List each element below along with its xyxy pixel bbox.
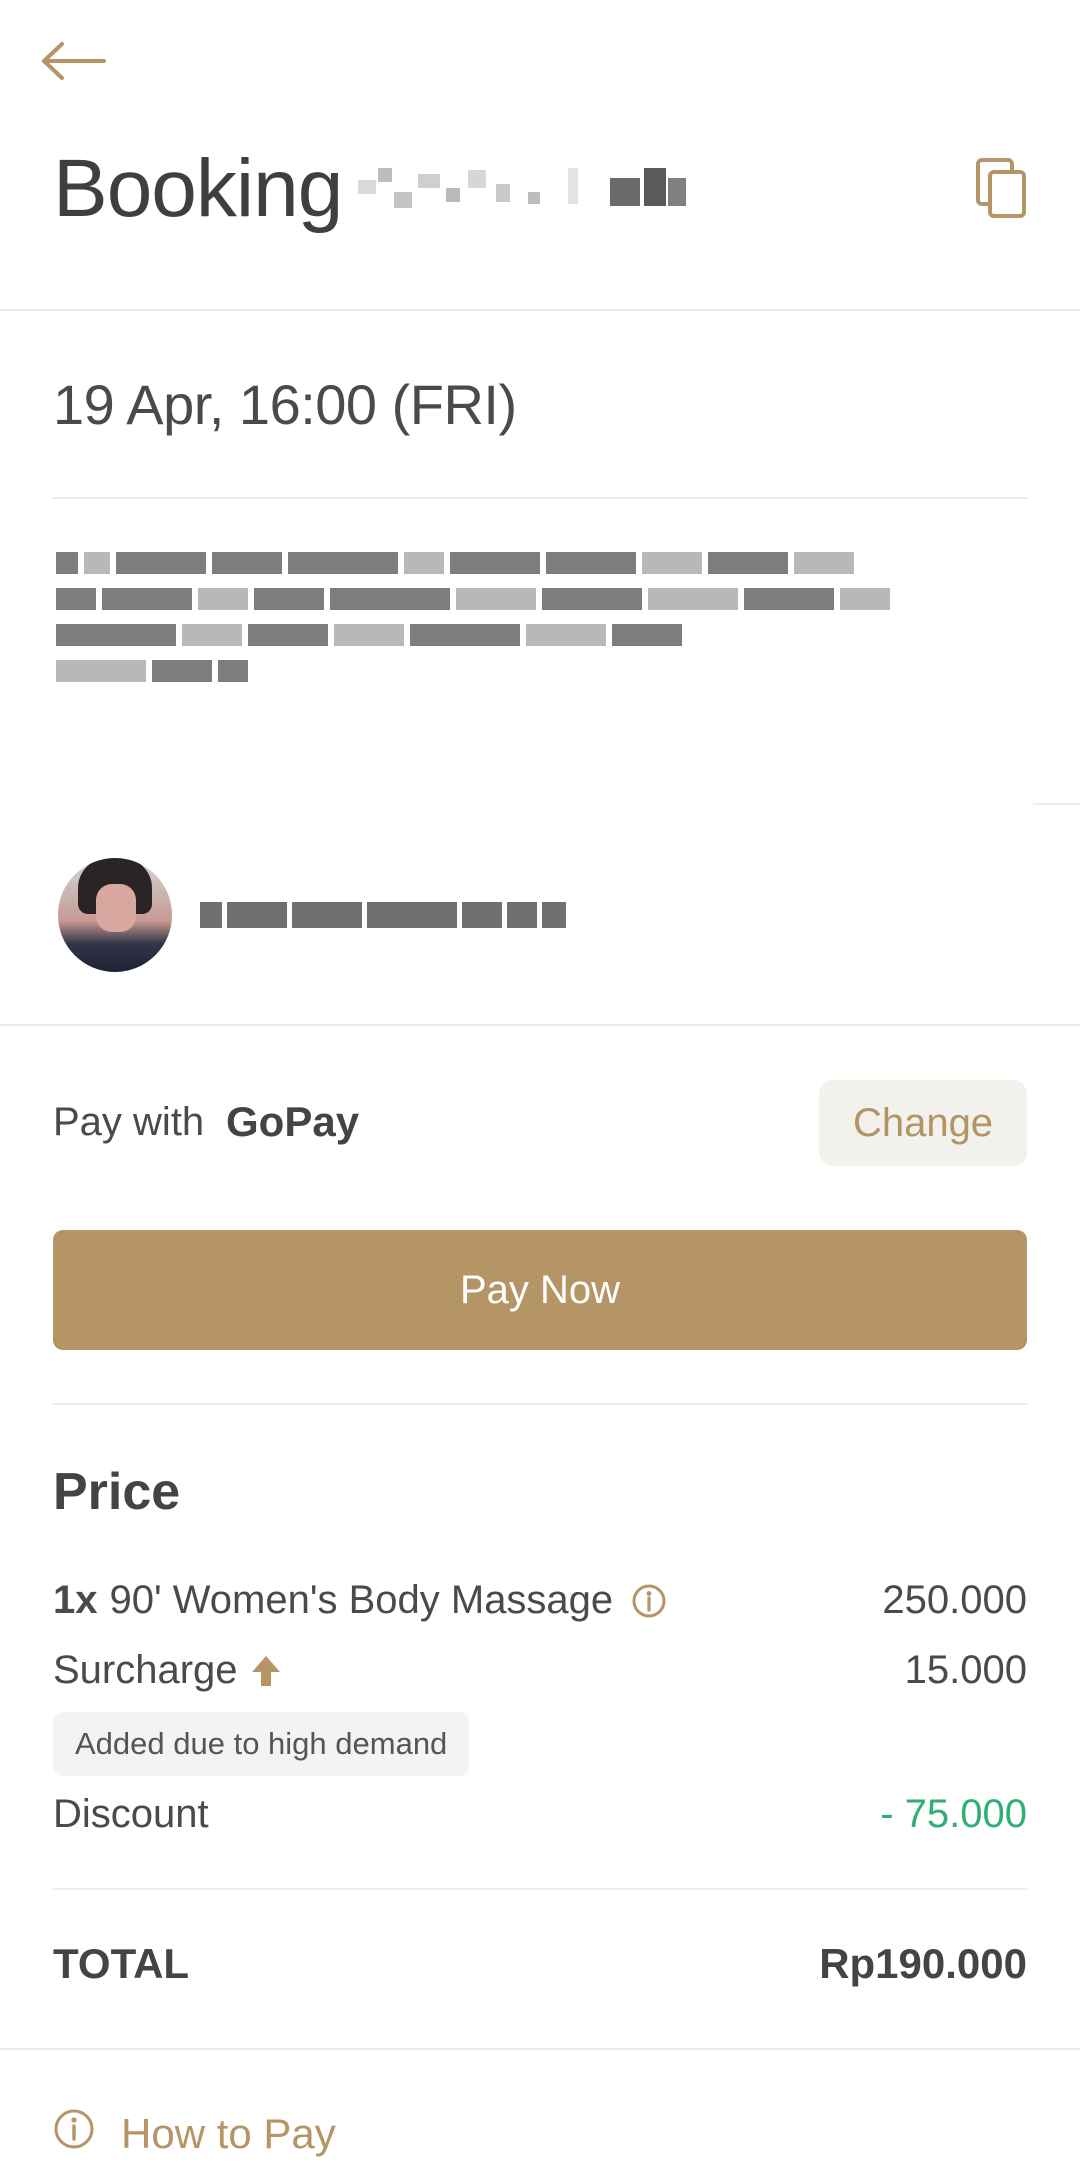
therapist-name-redacted (200, 902, 566, 928)
info-circle-icon (53, 2108, 95, 2160)
booking-code-redacted (348, 154, 708, 224)
booking-header: Booking (0, 130, 1080, 310)
copy-booking-code-button[interactable] (974, 158, 1028, 220)
divider (0, 309, 1080, 311)
surcharge-note-badge: Added due to high demand (53, 1712, 470, 1776)
back-button[interactable] (40, 38, 108, 88)
divider (0, 1024, 1080, 1026)
divider (0, 2048, 1080, 2050)
booking-address-redacted (56, 552, 1006, 696)
pay-with-label: Pay with (53, 1100, 205, 1144)
price-line-item: 1x 90' Women's Body Massage 250.000 (53, 1578, 1027, 1623)
copy-icon (974, 158, 1028, 224)
change-payment-button[interactable]: Change (819, 1080, 1027, 1166)
surcharge-label: Surcharge (53, 1648, 238, 1692)
how-to-pay-label: How to Pay (121, 2110, 336, 2157)
arrow-up-icon (250, 1654, 282, 1688)
pay-now-button[interactable]: Pay Now (53, 1230, 1027, 1350)
discount-amount: - 75.000 (880, 1792, 1027, 1836)
info-circle-icon[interactable] (631, 1583, 667, 1619)
total-label: TOTAL (53, 1940, 190, 1987)
divider (53, 497, 1027, 499)
therapist-row[interactable] (58, 858, 566, 972)
discount-label: Discount (53, 1792, 209, 1836)
item-quantity: 1x (53, 1578, 98, 1622)
surcharge-amount: 15.000 (904, 1648, 1027, 1692)
item-name: 90' Women's Body Massage (109, 1578, 614, 1622)
booking-datetime: 19 Apr, 16:00 (FRI) (53, 373, 517, 436)
payment-method-row: Pay with GoPay Change (53, 1080, 1027, 1170)
therapist-avatar (58, 858, 172, 972)
divider (1033, 803, 1080, 805)
divider (53, 1888, 1027, 1890)
surcharge-row: Surcharge 15.000 (53, 1648, 1027, 1693)
divider (53, 1403, 1027, 1405)
total-row: TOTAL Rp190.000 (53, 1940, 1027, 1988)
how-to-pay-link[interactable]: How to Pay (53, 2108, 336, 2160)
total-amount: Rp190.000 (819, 1940, 1027, 1987)
item-amount: 250.000 (882, 1578, 1027, 1622)
price-section-title: Price (53, 1463, 181, 1521)
discount-row: Discount - 75.000 (53, 1792, 1027, 1837)
page-title: Booking (53, 143, 343, 234)
arrow-left-icon (40, 41, 106, 86)
payment-method-name: GoPay (226, 1098, 360, 1145)
